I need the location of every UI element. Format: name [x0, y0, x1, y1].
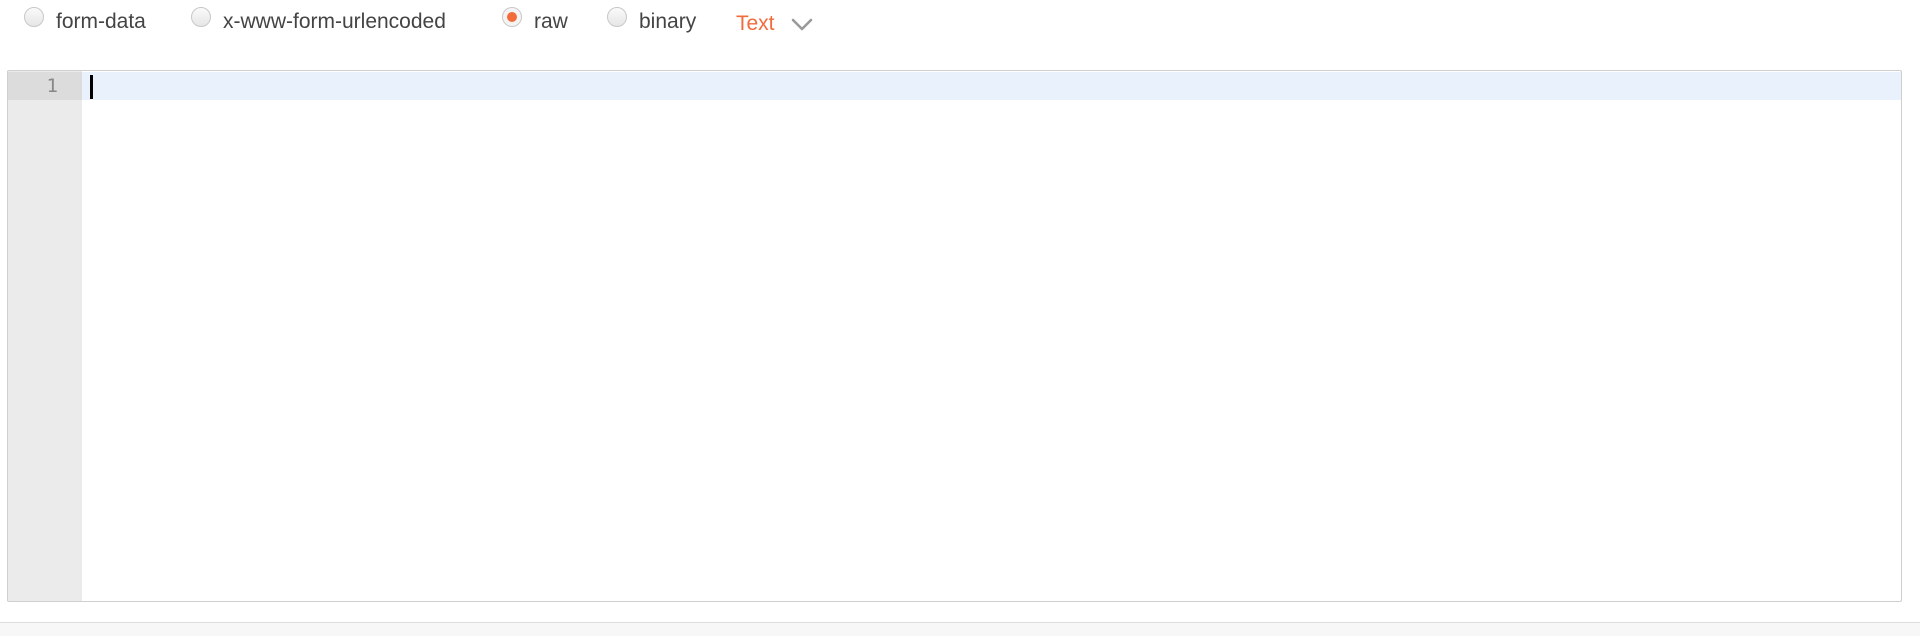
binary-radio[interactable] — [607, 7, 627, 27]
body-type-binary[interactable]: binary — [607, 6, 696, 38]
binary-label[interactable]: binary — [639, 10, 696, 34]
code-text-area[interactable] — [82, 71, 1901, 601]
form-data-label[interactable]: form-data — [56, 10, 146, 34]
urlencoded-radio[interactable] — [191, 7, 211, 27]
form-data-radio[interactable] — [24, 7, 44, 27]
raw-radio[interactable] — [502, 7, 522, 27]
line-number-gutter: 1 — [8, 71, 82, 601]
urlencoded-label[interactable]: x-www-form-urlencoded — [223, 10, 446, 34]
raw-body-editor[interactable]: 1 — [7, 70, 1902, 602]
request-body-panel: form-data x-www-form-urlencoded raw bina… — [0, 0, 1920, 636]
raw-format-value[interactable]: Text — [736, 12, 775, 36]
body-type-urlencoded[interactable]: x-www-form-urlencoded — [191, 6, 446, 38]
body-type-selector: form-data x-www-form-urlencoded raw bina… — [0, 0, 1920, 46]
body-type-raw[interactable]: raw — [502, 6, 568, 38]
raw-label[interactable]: raw — [534, 10, 568, 34]
body-type-form-data[interactable]: form-data — [24, 6, 146, 38]
raw-format-dropdown[interactable]: Text — [736, 8, 813, 40]
response-panel-edge — [0, 623, 1920, 636]
line-number: 1 — [8, 72, 82, 100]
chevron-down-icon[interactable] — [791, 18, 813, 32]
